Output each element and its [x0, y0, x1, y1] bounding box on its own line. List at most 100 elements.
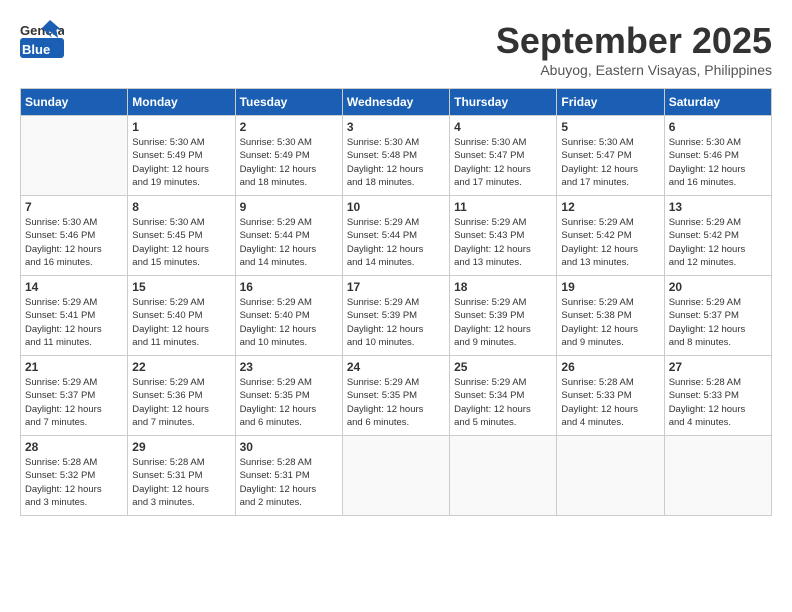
- day-cell: 18 Sunrise: 5:29 AM Sunset: 5:39 PM Dayli…: [450, 276, 557, 356]
- day-cell: 13 Sunrise: 5:29 AM Sunset: 5:42 PM Dayli…: [664, 196, 771, 276]
- calendar-body: 1Sunrise: 5:30 AM Sunset: 5:49 PM Daylig…: [21, 116, 772, 516]
- day-info: Sunrise: 5:29 AM Sunset: 5:43 PM Dayligh…: [454, 216, 552, 269]
- day-number: 2: [240, 120, 338, 134]
- day-info: Sunrise: 5:28 AM Sunset: 5:31 PM Dayligh…: [132, 456, 230, 509]
- day-info: Sunrise: 5:29 AM Sunset: 5:40 PM Dayligh…: [240, 296, 338, 349]
- logo-icon: Blue General: [20, 20, 64, 58]
- day-number: 9: [240, 200, 338, 214]
- day-info: Sunrise: 5:30 AM Sunset: 5:46 PM Dayligh…: [669, 136, 767, 189]
- day-cell: 16 Sunrise: 5:29 AM Sunset: 5:40 PM Dayli…: [235, 276, 342, 356]
- day-cell: 28 Sunrise: 5:28 AM Sunset: 5:32 PM Dayli…: [21, 436, 128, 516]
- day-cell: 24 Sunrise: 5:29 AM Sunset: 5:35 PM Dayli…: [342, 356, 449, 436]
- day-number: 22: [132, 360, 230, 374]
- day-number: 6: [669, 120, 767, 134]
- day-number: 14: [25, 280, 123, 294]
- day-cell: 21 Sunrise: 5:29 AM Sunset: 5:37 PM Dayli…: [21, 356, 128, 436]
- day-number: 3: [347, 120, 445, 134]
- day-number: 15: [132, 280, 230, 294]
- week-row-1: 1Sunrise: 5:30 AM Sunset: 5:49 PM Daylig…: [21, 116, 772, 196]
- page-header: Blue General September 2025 Abuyog, East…: [20, 20, 772, 78]
- day-number: 11: [454, 200, 552, 214]
- day-number: 23: [240, 360, 338, 374]
- day-cell: 30 Sunrise: 5:28 AM Sunset: 5:31 PM Dayli…: [235, 436, 342, 516]
- day-cell: 3 Sunrise: 5:30 AM Sunset: 5:48 PM Daylig…: [342, 116, 449, 196]
- day-info: Sunrise: 5:28 AM Sunset: 5:33 PM Dayligh…: [669, 376, 767, 429]
- week-row-5: 28 Sunrise: 5:28 AM Sunset: 5:32 PM Dayli…: [21, 436, 772, 516]
- day-info: Sunrise: 5:29 AM Sunset: 5:35 PM Dayligh…: [240, 376, 338, 429]
- day-number: 8: [132, 200, 230, 214]
- header-cell-saturday: Saturday: [664, 89, 771, 116]
- title-block: September 2025 Abuyog, Eastern Visayas, …: [496, 20, 772, 78]
- day-cell: 8Sunrise: 5:30 AM Sunset: 5:45 PM Daylig…: [128, 196, 235, 276]
- day-number: 18: [454, 280, 552, 294]
- day-info: Sunrise: 5:29 AM Sunset: 5:36 PM Dayligh…: [132, 376, 230, 429]
- day-number: 21: [25, 360, 123, 374]
- day-info: Sunrise: 5:29 AM Sunset: 5:37 PM Dayligh…: [669, 296, 767, 349]
- calendar-header: SundayMondayTuesdayWednesdayThursdayFrid…: [21, 89, 772, 116]
- day-cell: 25Sunrise: 5:29 AM Sunset: 5:34 PM Dayli…: [450, 356, 557, 436]
- day-cell: 29 Sunrise: 5:28 AM Sunset: 5:31 PM Dayli…: [128, 436, 235, 516]
- day-info: Sunrise: 5:29 AM Sunset: 5:37 PM Dayligh…: [25, 376, 123, 429]
- day-info: Sunrise: 5:29 AM Sunset: 5:41 PM Dayligh…: [25, 296, 123, 349]
- day-cell: 2 Sunrise: 5:30 AM Sunset: 5:49 PM Daylig…: [235, 116, 342, 196]
- day-cell: [21, 116, 128, 196]
- day-info: Sunrise: 5:30 AM Sunset: 5:47 PM Dayligh…: [454, 136, 552, 189]
- day-info: Sunrise: 5:28 AM Sunset: 5:32 PM Dayligh…: [25, 456, 123, 509]
- day-number: 16: [240, 280, 338, 294]
- day-cell: 5Sunrise: 5:30 AM Sunset: 5:47 PM Daylig…: [557, 116, 664, 196]
- day-number: 10: [347, 200, 445, 214]
- day-cell: 12 Sunrise: 5:29 AM Sunset: 5:42 PM Dayli…: [557, 196, 664, 276]
- day-number: 30: [240, 440, 338, 454]
- day-info: Sunrise: 5:29 AM Sunset: 5:42 PM Dayligh…: [669, 216, 767, 269]
- day-cell: 15Sunrise: 5:29 AM Sunset: 5:40 PM Dayli…: [128, 276, 235, 356]
- header-cell-tuesday: Tuesday: [235, 89, 342, 116]
- day-info: Sunrise: 5:30 AM Sunset: 5:48 PM Dayligh…: [347, 136, 445, 189]
- day-cell: 19 Sunrise: 5:29 AM Sunset: 5:38 PM Dayli…: [557, 276, 664, 356]
- calendar-table: SundayMondayTuesdayWednesdayThursdayFrid…: [20, 88, 772, 516]
- day-cell: 27 Sunrise: 5:28 AM Sunset: 5:33 PM Dayli…: [664, 356, 771, 436]
- day-info: Sunrise: 5:28 AM Sunset: 5:33 PM Dayligh…: [561, 376, 659, 429]
- day-info: Sunrise: 5:29 AM Sunset: 5:39 PM Dayligh…: [454, 296, 552, 349]
- day-cell: 14 Sunrise: 5:29 AM Sunset: 5:41 PM Dayli…: [21, 276, 128, 356]
- day-number: 5: [561, 120, 659, 134]
- day-number: 24: [347, 360, 445, 374]
- day-info: Sunrise: 5:30 AM Sunset: 5:49 PM Dayligh…: [132, 136, 230, 189]
- logo: Blue General: [20, 20, 64, 58]
- day-info: Sunrise: 5:29 AM Sunset: 5:35 PM Dayligh…: [347, 376, 445, 429]
- day-number: 27: [669, 360, 767, 374]
- header-row: SundayMondayTuesdayWednesdayThursdayFrid…: [21, 89, 772, 116]
- header-cell-thursday: Thursday: [450, 89, 557, 116]
- day-number: 7: [25, 200, 123, 214]
- day-cell: 4 Sunrise: 5:30 AM Sunset: 5:47 PM Daylig…: [450, 116, 557, 196]
- day-info: Sunrise: 5:29 AM Sunset: 5:42 PM Dayligh…: [561, 216, 659, 269]
- day-cell: [664, 436, 771, 516]
- day-info: Sunrise: 5:29 AM Sunset: 5:38 PM Dayligh…: [561, 296, 659, 349]
- week-row-4: 21 Sunrise: 5:29 AM Sunset: 5:37 PM Dayli…: [21, 356, 772, 436]
- week-row-3: 14 Sunrise: 5:29 AM Sunset: 5:41 PM Dayli…: [21, 276, 772, 356]
- day-info: Sunrise: 5:28 AM Sunset: 5:31 PM Dayligh…: [240, 456, 338, 509]
- day-cell: 22 Sunrise: 5:29 AM Sunset: 5:36 PM Dayli…: [128, 356, 235, 436]
- day-cell: 10Sunrise: 5:29 AM Sunset: 5:44 PM Dayli…: [342, 196, 449, 276]
- day-cell: [557, 436, 664, 516]
- day-cell: 17Sunrise: 5:29 AM Sunset: 5:39 PM Dayli…: [342, 276, 449, 356]
- day-cell: 23 Sunrise: 5:29 AM Sunset: 5:35 PM Dayli…: [235, 356, 342, 436]
- day-cell: 1Sunrise: 5:30 AM Sunset: 5:49 PM Daylig…: [128, 116, 235, 196]
- day-number: 29: [132, 440, 230, 454]
- day-info: Sunrise: 5:29 AM Sunset: 5:39 PM Dayligh…: [347, 296, 445, 349]
- day-cell: 11 Sunrise: 5:29 AM Sunset: 5:43 PM Dayli…: [450, 196, 557, 276]
- day-info: Sunrise: 5:29 AM Sunset: 5:44 PM Dayligh…: [240, 216, 338, 269]
- day-number: 26: [561, 360, 659, 374]
- header-cell-friday: Friday: [557, 89, 664, 116]
- week-row-2: 7 Sunrise: 5:30 AM Sunset: 5:46 PM Daylig…: [21, 196, 772, 276]
- day-number: 13: [669, 200, 767, 214]
- day-info: Sunrise: 5:30 AM Sunset: 5:49 PM Dayligh…: [240, 136, 338, 189]
- day-number: 4: [454, 120, 552, 134]
- header-cell-monday: Monday: [128, 89, 235, 116]
- day-number: 20: [669, 280, 767, 294]
- day-number: 28: [25, 440, 123, 454]
- day-number: 19: [561, 280, 659, 294]
- day-cell: 7 Sunrise: 5:30 AM Sunset: 5:46 PM Daylig…: [21, 196, 128, 276]
- day-number: 12: [561, 200, 659, 214]
- day-info: Sunrise: 5:30 AM Sunset: 5:46 PM Dayligh…: [25, 216, 123, 269]
- day-cell: 26 Sunrise: 5:28 AM Sunset: 5:33 PM Dayli…: [557, 356, 664, 436]
